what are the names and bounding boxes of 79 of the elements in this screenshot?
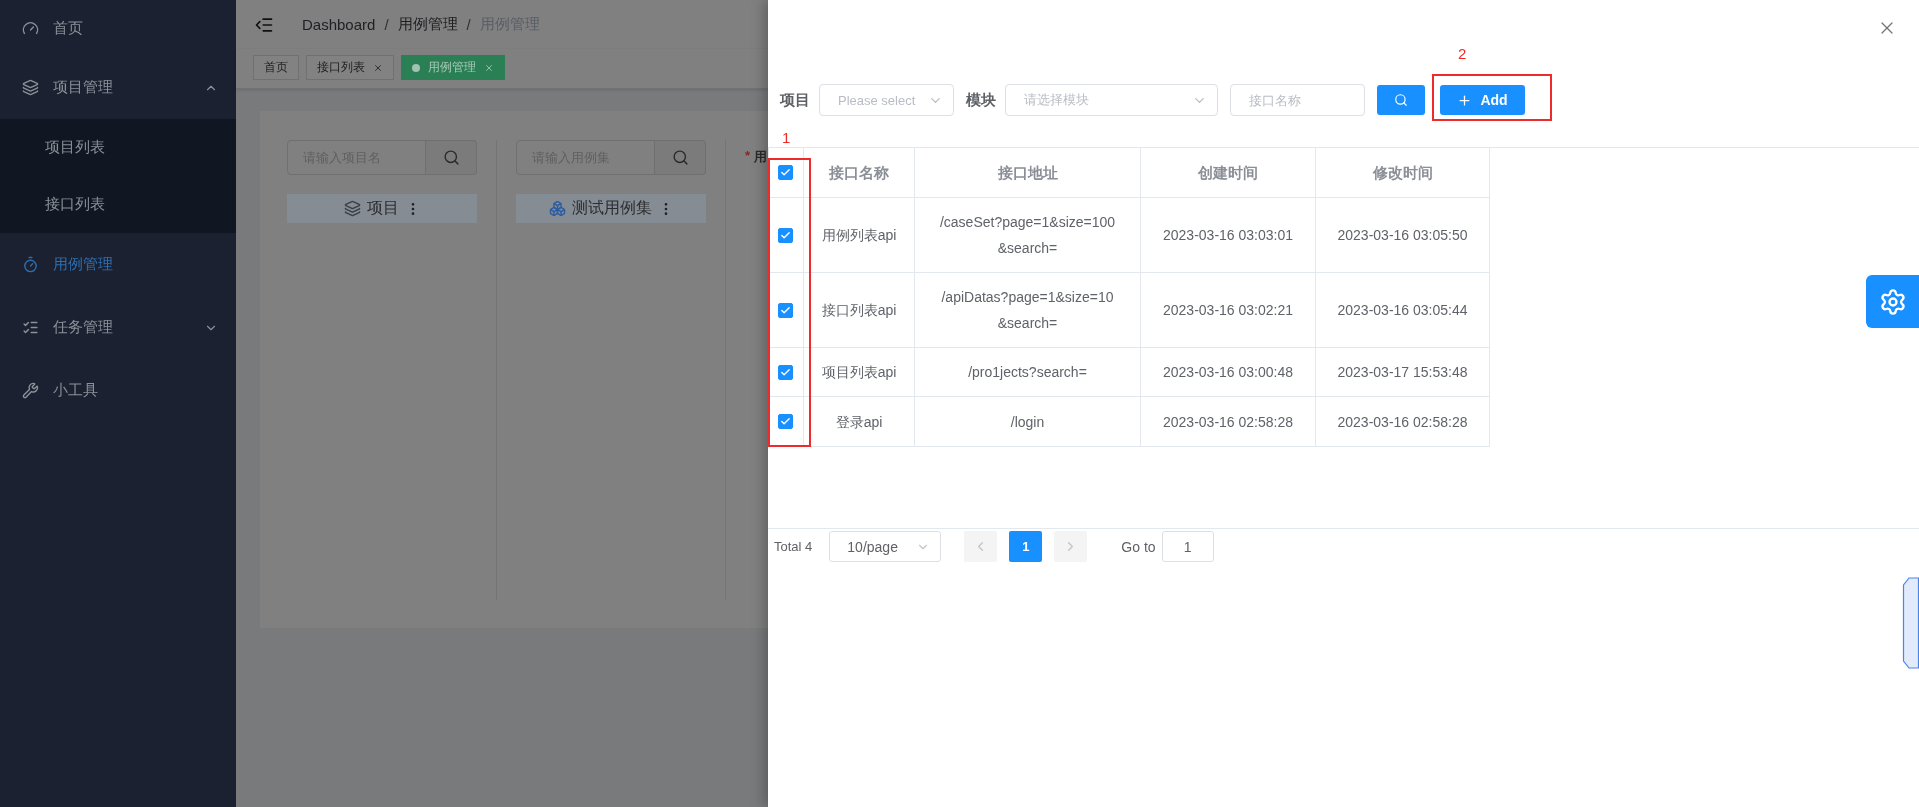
checkbox[interactable] (778, 165, 793, 180)
table-cell: 2023-03-16 03:03:01 (1140, 198, 1315, 273)
sidebar-item[interactable]: 用例管理 (0, 233, 236, 296)
breadcrumb-separator: / (466, 16, 471, 33)
table-cell: /apiDatas?page=1&size=10&search= (914, 273, 1140, 348)
add-button[interactable]: Add (1440, 85, 1525, 115)
check-icon (780, 304, 791, 316)
table-cell: 2023-03-16 03:02:21 (1140, 273, 1315, 348)
search-icon (1394, 93, 1408, 107)
search-button[interactable] (1377, 85, 1425, 115)
sidebar-item[interactable]: 小工具 (0, 359, 236, 422)
settings-button[interactable] (1866, 275, 1919, 328)
checkbox[interactable] (778, 302, 793, 318)
breadcrumb-item[interactable]: Dashboard (302, 16, 376, 33)
form-label: 用 (754, 148, 768, 166)
table-cell: 2023-03-16 03:00:48 (1140, 348, 1315, 397)
close-icon[interactable] (484, 62, 494, 73)
table-cell: 登录api (803, 397, 914, 447)
panel-title: 项目 (366, 198, 399, 218)
settings-icon (1878, 287, 1907, 316)
table-cell: 2023-03-16 03:05:44 (1315, 273, 1489, 348)
sidebar-subitem[interactable]: 接口列表 (0, 176, 236, 233)
filter-label: 项目 (780, 90, 810, 110)
table-cell: /login (914, 397, 1140, 447)
sidebar-item[interactable]: 任务管理 (0, 296, 236, 359)
name-field[interactable]: 接口名称 (1230, 84, 1365, 116)
table-cell: /caseSet?page=1&size=100&search= (914, 198, 1140, 273)
layers-icon (343, 200, 361, 217)
panel-title: 测试用例集 (571, 198, 652, 218)
breadcrumb-separator: / (384, 16, 389, 33)
scroll-handle[interactable] (1902, 577, 1919, 669)
table-cell: 项目列表api (803, 348, 914, 397)
plus-icon (1457, 92, 1473, 108)
close-icon[interactable] (373, 62, 383, 73)
table-header-cell: 接口地址 (914, 148, 1140, 198)
table-cell: 接口列表api (803, 273, 914, 348)
table-cell: 2023-03-17 15:53:48 (1315, 348, 1489, 397)
page-tab[interactable]: 接口列表 (306, 55, 394, 80)
breadcrumb-item[interactable]: 用例管理 (397, 15, 458, 34)
gauge-icon (22, 19, 39, 37)
check-icon (780, 229, 791, 241)
required-mark: * (745, 148, 751, 165)
table-header-cell: 修改时间 (1315, 148, 1489, 198)
total-count: Total 4 (774, 539, 813, 554)
page-size-select[interactable]: 10/page (829, 531, 942, 562)
search-button[interactable] (655, 140, 706, 175)
wrench-icon (22, 382, 39, 399)
checklist-icon (22, 319, 39, 336)
table-cell: 用例列表api (803, 198, 914, 273)
sidebar-item[interactable]: 项目管理 (0, 56, 236, 119)
status-dot (412, 63, 420, 72)
layers-icon (22, 79, 39, 96)
page-button[interactable]: 1 (1009, 531, 1043, 562)
table-cell: /pro1jects?search= (914, 348, 1140, 397)
timer-icon (22, 256, 39, 273)
annotation-number: 2 (1458, 45, 1467, 62)
goto-label: Go to (1121, 538, 1156, 555)
check-icon (780, 167, 791, 178)
search-icon (442, 149, 460, 166)
sidebar-subitem[interactable]: 项目列表 (0, 119, 236, 176)
sidebar-item[interactable]: 首页 (0, 0, 236, 56)
check-icon (780, 416, 791, 427)
table-cell: 2023-03-16 03:05:50 (1315, 198, 1489, 273)
page-tab[interactable]: 首页 (253, 55, 299, 80)
table-cell: 2023-03-16 02:58:28 (1315, 397, 1489, 447)
filter-label: 模块 (966, 90, 996, 110)
goto-field[interactable]: 1 (1161, 531, 1214, 562)
checkbox[interactable] (778, 364, 793, 380)
search-icon (671, 149, 689, 166)
check-icon (780, 366, 791, 378)
annotation-number: 1 (782, 129, 791, 146)
checkbox[interactable] (778, 227, 793, 243)
checkbox[interactable] (778, 414, 793, 429)
page-tab[interactable]: 用例管理 (401, 55, 505, 80)
table-cell: 2023-03-16 02:58:28 (1140, 397, 1315, 447)
boxes-icon (548, 200, 566, 217)
table-header-cell: 接口名称 (803, 148, 914, 198)
table-header-cell: 创建时间 (1140, 148, 1315, 198)
search-button[interactable] (426, 140, 477, 175)
